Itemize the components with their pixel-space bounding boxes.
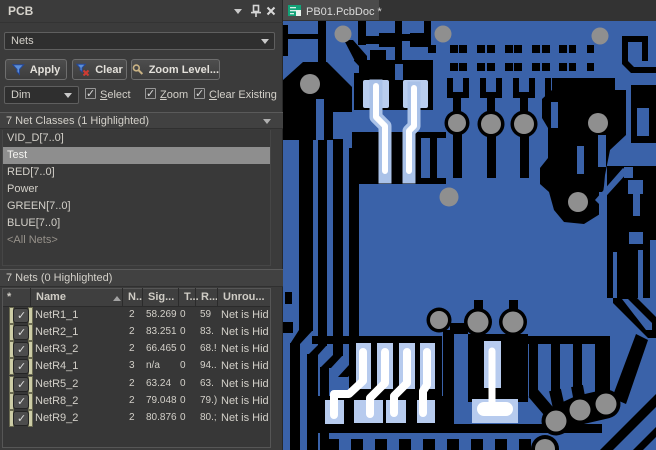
svg-text:PB01.PcbDoc *: PB01.PcbDoc *	[306, 6, 383, 18]
